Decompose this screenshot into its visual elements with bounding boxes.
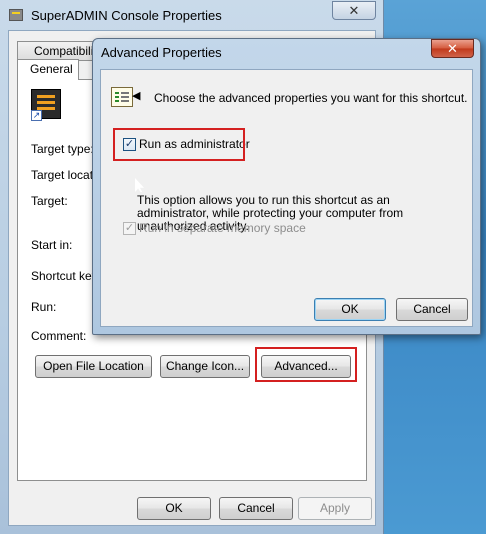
- dialog-close-button[interactable]: ✕: [431, 39, 474, 58]
- tab-general[interactable]: General: [17, 59, 79, 80]
- advanced-properties-dialog: Advanced Properties ✕ ◀ Choose the advan…: [92, 38, 481, 335]
- dialog-ok-button[interactable]: OK: [314, 298, 386, 321]
- dialog-client-area: ◀ Choose the advanced properties you wan…: [100, 69, 473, 327]
- target-label: Target:: [31, 194, 68, 208]
- properties-titlebar[interactable]: SuperADMIN Console Properties ✕: [0, 0, 384, 30]
- advanced-button[interactable]: Advanced...: [261, 355, 351, 378]
- comment-label: Comment:: [31, 329, 87, 343]
- target-type-label: Target type:: [31, 142, 94, 156]
- run-as-admin-checkbox[interactable]: ✓: [123, 138, 136, 151]
- dialog-description: Choose the advanced properties you want …: [154, 91, 468, 105]
- window-title: SuperADMIN Console Properties: [31, 8, 222, 23]
- run-as-admin-label[interactable]: Run as administrator: [139, 137, 250, 151]
- separate-memory-checkbox[interactable]: ✓: [123, 222, 136, 235]
- cancel-button[interactable]: Cancel: [219, 497, 293, 520]
- app-icon: [9, 9, 23, 21]
- dialog-cancel-button[interactable]: Cancel: [396, 298, 468, 321]
- change-icon-button[interactable]: Change Icon...: [160, 355, 250, 378]
- close-button[interactable]: ✕: [332, 1, 376, 20]
- run-label: Run:: [31, 300, 57, 314]
- separate-memory-label: Run in separate memory space: [139, 221, 306, 235]
- apply-button[interactable]: Apply: [298, 497, 372, 520]
- start-in-label: Start in:: [31, 238, 73, 252]
- open-file-location-button[interactable]: Open File Location: [35, 355, 152, 378]
- properties-list-icon: [111, 87, 133, 107]
- shortcut-key-label: Shortcut key:: [31, 269, 102, 283]
- shortcut-arrow-icon: ↗: [31, 110, 42, 121]
- dialog-title: Advanced Properties: [101, 45, 222, 60]
- ok-button[interactable]: OK: [137, 497, 211, 520]
- arrow-left-icon: ◀: [132, 90, 141, 102]
- tab-compatibility[interactable]: Compatibility: [17, 41, 103, 61]
